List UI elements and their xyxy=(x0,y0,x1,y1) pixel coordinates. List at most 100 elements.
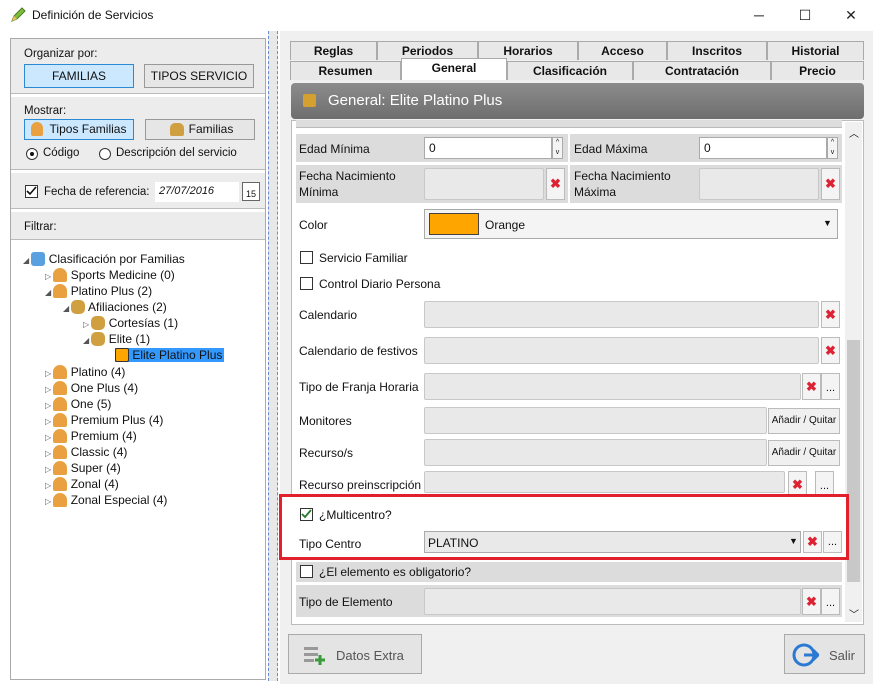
tree-node[interactable]: ◢ Elite (1) xyxy=(83,332,150,346)
window-title: Definición de Servicios xyxy=(32,8,154,22)
tipos-servicio-button[interactable]: TIPOS SERVICIO xyxy=(144,64,254,88)
tipo-elemento-input[interactable] xyxy=(424,588,801,615)
obligatorio-row: ¿El elemento es obligatorio? xyxy=(296,562,842,582)
person-icon xyxy=(53,461,68,475)
tipo-centro-browse-button[interactable]: ... xyxy=(823,531,842,553)
recurso-pre-input[interactable] xyxy=(424,471,785,493)
familias-button[interactable]: FAMILIAS xyxy=(24,64,134,88)
salir-button[interactable]: Salir xyxy=(784,634,865,674)
fnac-max-clear-icon[interactable]: ✖ xyxy=(821,168,840,200)
tab-clasificacion[interactable]: Clasificación xyxy=(507,61,633,80)
person-icon xyxy=(53,268,68,282)
tipo-elemento-label: Tipo de Elemento xyxy=(299,595,393,609)
calendar-icon[interactable]: 15 xyxy=(242,182,260,201)
tree-node-root[interactable]: ◢ Clasificación por Familias xyxy=(23,252,185,266)
tipo-centro-value: PLATINO xyxy=(428,536,479,550)
tab-acceso[interactable]: Acceso xyxy=(578,41,667,60)
filtrar-label: Filtrar: xyxy=(24,221,57,233)
tree-node[interactable]: ▷ One Plus (4) xyxy=(45,381,138,395)
tab-reglas[interactable]: Reglas xyxy=(290,41,377,60)
multicentro-checkbox[interactable] xyxy=(300,508,313,521)
tree-node[interactable]: ▷ Cortesías (1) xyxy=(83,316,178,330)
tab-historial[interactable]: Historial xyxy=(767,41,864,60)
tree-node[interactable]: ▷ Premium (4) xyxy=(45,429,137,443)
tree-node-selected[interactable]: Elite Platino Plus xyxy=(115,348,225,362)
person-icon xyxy=(53,445,68,459)
tipo-centro-dropdown[interactable]: PLATINO ▼ xyxy=(424,531,801,553)
recursos-label: Recurso/s xyxy=(299,446,354,460)
tipo-franja-input[interactable] xyxy=(424,373,801,400)
fecha-input[interactable]: 27/07/2016 xyxy=(155,182,239,202)
tab-precio[interactable]: Precio xyxy=(771,61,864,80)
tree-node[interactable]: ◢ Platino Plus (2) xyxy=(45,284,152,298)
tree-node[interactable]: ▷ Classic (4) xyxy=(45,445,127,459)
datos-extra-button[interactable]: Datos Extra xyxy=(288,634,422,674)
calendario-festivos-clear-icon[interactable]: ✖ xyxy=(821,337,840,364)
recursos-add-remove-button[interactable]: Añadir / Quitar xyxy=(768,440,840,466)
edad-min-input[interactable]: 0 xyxy=(424,137,552,159)
datos-extra-label: Datos Extra xyxy=(336,648,404,663)
control-diario-checkbox[interactable] xyxy=(300,277,313,290)
tree-node[interactable]: ▷ Premium Plus (4) xyxy=(45,413,163,427)
tab-general[interactable]: General xyxy=(401,58,507,80)
organizar-label: Organizar por: xyxy=(24,48,98,60)
tipo-elemento-clear-icon[interactable]: ✖ xyxy=(802,588,821,615)
splitter[interactable] xyxy=(268,31,278,681)
chevron-down-icon: ▼ xyxy=(789,536,798,546)
fnac-min-label: Fecha Nacimiento Mínima xyxy=(299,169,396,199)
recursos-input[interactable] xyxy=(424,439,767,466)
calendario-festivos-input[interactable] xyxy=(424,337,819,364)
tree-node[interactable]: ▷ Sports Medicine (0) xyxy=(45,268,175,282)
fecha-label: Fecha de referencia: xyxy=(44,186,150,198)
tree-node[interactable]: ▷ One (5) xyxy=(45,397,111,411)
tipo-centro-clear-icon[interactable]: ✖ xyxy=(803,531,822,553)
edad-min-spinner[interactable]: ^ v xyxy=(552,137,563,159)
tab-inscritos[interactable]: Inscritos xyxy=(667,41,767,60)
person-icon xyxy=(53,284,68,298)
edad-max-input[interactable]: 0 xyxy=(699,137,827,159)
color-dropdown[interactable]: Orange ▼ xyxy=(424,209,838,239)
calendario-input[interactable] xyxy=(424,301,819,328)
color-swatch xyxy=(429,213,479,235)
person-icon xyxy=(53,477,68,491)
calendario-clear-icon[interactable]: ✖ xyxy=(821,301,840,328)
tipo-elemento-browse-button[interactable]: ... xyxy=(821,588,840,615)
fecha-checkbox[interactable] xyxy=(25,185,38,198)
tree-node[interactable]: ▷ Super (4) xyxy=(45,461,121,475)
scroll-up-icon[interactable]: ︿ xyxy=(849,125,859,140)
section-header: General: Elite Platino Plus xyxy=(291,83,864,119)
scroll-down-icon[interactable]: ﹀ xyxy=(849,606,859,621)
tree-node[interactable]: ▷ Zonal (4) xyxy=(45,477,119,491)
fnac-max-row: Fecha Nacimiento Máxima ✖ xyxy=(570,165,842,203)
servicio-familiar-checkbox[interactable] xyxy=(300,251,313,264)
obligatorio-checkbox[interactable] xyxy=(300,565,313,578)
partial-row xyxy=(296,120,842,128)
monitores-input[interactable] xyxy=(424,407,767,434)
person-icon xyxy=(53,381,68,395)
close-button[interactable]: ✕ xyxy=(828,0,873,31)
edad-max-spinner[interactable]: ^ v xyxy=(827,137,838,159)
tab-resumen[interactable]: Resumen xyxy=(290,61,401,80)
radio-descripcion[interactable] xyxy=(99,148,111,160)
tipo-franja-clear-icon[interactable]: ✖ xyxy=(802,373,821,400)
group-icon xyxy=(91,332,106,346)
tree-node[interactable]: ▷ Platino (4) xyxy=(45,365,125,379)
fnac-min-input[interactable] xyxy=(424,168,544,200)
servicio-familiar-label: Servicio Familiar xyxy=(319,251,408,265)
familias2-button[interactable]: Familias xyxy=(145,119,255,140)
tipo-franja-browse-button[interactable]: ... xyxy=(821,373,840,400)
maximize-button[interactable]: ☐ xyxy=(782,0,828,31)
tree-node[interactable]: ▷ Zonal Especial (4) xyxy=(45,493,167,507)
fnac-max-input[interactable] xyxy=(699,168,819,200)
person-icon xyxy=(53,397,68,411)
minimize-button[interactable]: ─ xyxy=(736,0,782,31)
mostrar-label: Mostrar: xyxy=(24,105,67,117)
person-icon xyxy=(31,122,43,136)
tree-node[interactable]: ◢ Afiliaciones (2) xyxy=(63,300,167,314)
radio-codigo[interactable] xyxy=(26,148,38,160)
monitores-add-remove-button[interactable]: Añadir / Quitar xyxy=(768,408,840,434)
fnac-min-row: Fecha Nacimiento Mínima ✖ xyxy=(296,165,568,203)
fnac-min-clear-icon[interactable]: ✖ xyxy=(546,168,565,200)
tab-contratacion[interactable]: Contratación xyxy=(633,61,771,80)
tipos-familias-button[interactable]: Tipos Familias xyxy=(24,119,134,140)
